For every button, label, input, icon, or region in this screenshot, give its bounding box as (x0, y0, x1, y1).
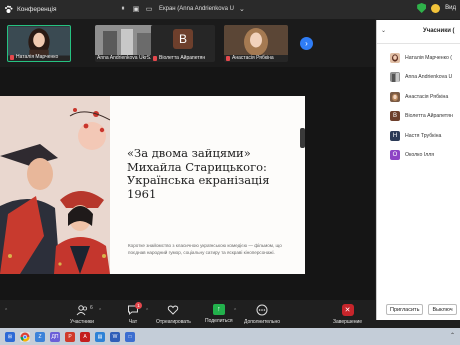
participants-panel-footer: Пригласить Выключ (386, 304, 457, 315)
mute-all-button[interactable]: Выключ (428, 304, 457, 315)
avatar (390, 52, 400, 63)
participant-name: Віолетта Айрапетян (405, 113, 453, 120)
shared-screen: «За двома зайцями» Михайла Старицького: … (0, 67, 375, 300)
tile-name: Віолетта Айрапетян (159, 55, 206, 61)
list-item[interactable]: Наталія Марченко ( (377, 48, 460, 68)
chat-label: Чат (128, 319, 138, 325)
meeting-toolbar: ⌃ Участники 6 ⌃ 1 Чат ⌃ Отреагировать ↑ … (0, 300, 376, 328)
slide-title: «За двома зайцями» Михайла Старицького: … (127, 146, 270, 201)
app-icon[interactable]: ДП (50, 331, 60, 342)
powerpoint-icon[interactable]: P (65, 331, 75, 342)
gallery-strip: Наталія Марченко Anna Andrienkova UkrS..… (0, 19, 375, 67)
chevron-down-icon[interactable]: ⌄ (237, 4, 247, 14)
participants-panel: ⌄ Учасники ( Наталія Марченко ( Anna And… (376, 20, 460, 320)
video-tile[interactable]: Anna Andrienkova UkrS... (95, 25, 159, 62)
list-item[interactable]: Н Настя Трубкіна (377, 126, 460, 146)
list-item[interactable]: Anna Andrienkova U (377, 68, 460, 88)
list-item[interactable]: Анастасія Рябкіна (377, 87, 460, 107)
gallery-next-arrow-icon[interactable]: › (300, 37, 313, 50)
react-label: Отреагировать (156, 319, 191, 325)
participant-name: Анастасія Рябкіна (405, 93, 449, 100)
status-dot-icon[interactable] (431, 3, 441, 13)
share-button[interactable]: ↑ Поделиться (205, 304, 233, 324)
close-icon: ✕ (341, 304, 354, 316)
slide-description: Коротке знайомство з класичною українськ… (128, 243, 282, 255)
participant-name: Околко Ілля (405, 152, 435, 159)
app-icon-2[interactable]: □ (125, 331, 135, 342)
participants-label: Участники (70, 319, 94, 325)
video-tile[interactable]: Наталія Марченко (7, 25, 71, 62)
chevron-up-icon[interactable]: ⌃ (145, 308, 149, 314)
zoom-window: Конференція ⏸ ▣ ▭ Екран (Anna Andrienkov… (0, 0, 460, 345)
acrobat-icon[interactable]: A (80, 331, 90, 342)
more-icon (256, 304, 268, 316)
participant-name: Настя Трубкіна (405, 132, 442, 139)
panel-resize-handle[interactable] (300, 128, 305, 148)
shield-icon[interactable] (417, 3, 427, 13)
chrome-icon[interactable] (20, 331, 30, 342)
avatar: B (173, 29, 193, 49)
share-screen-icon: ↑ (212, 304, 225, 315)
video-tile[interactable]: Анастасія Рябкіна (224, 25, 288, 62)
share-label: Поделиться (205, 318, 233, 324)
list-item[interactable]: В Віолетта Айрапетян (377, 107, 460, 127)
chat-badge: 1 (135, 302, 142, 309)
chevron-up-icon[interactable]: ⌃ (233, 308, 237, 314)
tile-name: Anna Andrienkova UkrS... (97, 55, 155, 61)
windows-start-icon[interactable]: ⊞ (5, 331, 15, 342)
screen-share-indicator[interactable]: ⏸ ▣ ▭ Екран (Anna Andrienkova U ⌄ (118, 4, 247, 14)
title-bar: Конференція ⏸ ▣ ▭ Екран (Anna Andrienkov… (0, 0, 460, 19)
participants-panel-header: ⌄ Учасники ( (377, 20, 460, 44)
tile-name: Наталія Марченко (16, 54, 59, 60)
window-title: Конференція (17, 6, 57, 13)
participant-video (95, 25, 159, 55)
participants-icon (76, 304, 88, 316)
chevron-down-icon[interactable]: ⌄ (381, 27, 386, 34)
chat-icon: 1 (127, 302, 142, 316)
controls-icon[interactable]: ▣ (131, 4, 141, 14)
files-icon[interactable]: ▤ (95, 331, 105, 342)
avatar: В (390, 111, 400, 122)
invite-button[interactable]: Пригласить (386, 304, 424, 315)
react-button[interactable]: Отреагировать (156, 304, 191, 325)
participant-video (224, 25, 288, 55)
word-icon[interactable]: W (110, 331, 120, 342)
mic-off-icon (10, 54, 14, 60)
video-tile[interactable]: B Віолетта Айрапетян (151, 25, 215, 62)
mic-off-icon (153, 55, 157, 61)
screen-icon: ▭ (145, 6, 153, 13)
presentation-slide: «За двома зайцями» Михайла Старицького: … (0, 96, 305, 274)
paw-logo-icon (4, 5, 13, 14)
os-taskbar: ⊞ Z ДП P A ▤ W □ ⌃ (0, 328, 460, 345)
chevron-up-icon[interactable]: ⌃ (98, 308, 102, 314)
more-label: Дополнительно (244, 319, 280, 325)
end-label: Завершение (333, 319, 363, 325)
pause-icon[interactable]: ⏸ (118, 4, 128, 14)
chat-button[interactable]: 1 Чат (127, 302, 142, 325)
view-button[interactable]: Вид (445, 5, 456, 11)
avatar: Н (390, 130, 400, 141)
screen-share-title: Екран (Anna Andrienkova U (159, 6, 234, 12)
mic-off-icon (226, 55, 230, 61)
list-item[interactable]: О Околко Ілля (377, 146, 460, 166)
zoom-app-icon[interactable]: Z (35, 331, 45, 342)
participant-name: Anna Andrienkova U (405, 74, 453, 81)
participant-name: Наталія Марченко ( (405, 54, 453, 61)
heart-icon (167, 304, 179, 316)
chevron-up-icon[interactable]: ⌃ (4, 308, 8, 314)
slide-illustration (0, 96, 110, 274)
more-button[interactable]: Дополнительно (244, 304, 280, 325)
avatar (390, 72, 400, 83)
participant-video (8, 26, 70, 56)
participant-list: Наталія Марченко ( Anna Andrienkova U Ан… (377, 44, 460, 165)
title-bar-right: Вид (417, 3, 456, 13)
participants-count: 6 (90, 305, 93, 311)
tile-name: Анастасія Рябкіна (232, 55, 274, 61)
end-meeting-button[interactable]: ✕ Завершение (333, 304, 362, 325)
system-tray[interactable]: ⌃ (450, 332, 455, 339)
participants-panel-title: Учасники ( (423, 28, 455, 34)
avatar (390, 91, 400, 102)
avatar: О (390, 150, 400, 161)
